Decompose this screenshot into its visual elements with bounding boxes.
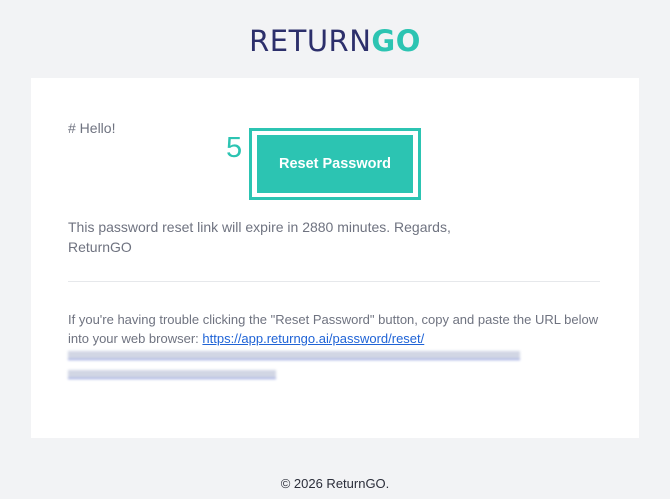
returngo-logo: RETURNGO	[0, 24, 670, 58]
redacted-url-line-2[interactable]	[68, 370, 276, 379]
footer-copyright: © 2026 ReturnGO.	[280, 476, 390, 491]
highlight-frame: Reset Password	[249, 128, 421, 200]
reset-url-link[interactable]: https://app.returngo.ai/password/reset/	[202, 331, 424, 346]
divider	[68, 281, 600, 282]
logo-text-go: GO	[371, 24, 421, 58]
expire-message: This password reset link will expire in …	[68, 219, 451, 255]
logo-text-return: RETURN	[249, 24, 372, 58]
email-card: # Hello! 5 Reset Password This password …	[31, 78, 639, 438]
reset-password-button[interactable]: Reset Password	[257, 135, 413, 193]
redacted-url-line-1[interactable]	[68, 351, 520, 360]
greeting-text: # Hello!	[68, 120, 116, 136]
annotation-number: 5	[226, 132, 243, 164]
trouble-paragraph: If you're having trouble clicking the "R…	[68, 310, 608, 348]
